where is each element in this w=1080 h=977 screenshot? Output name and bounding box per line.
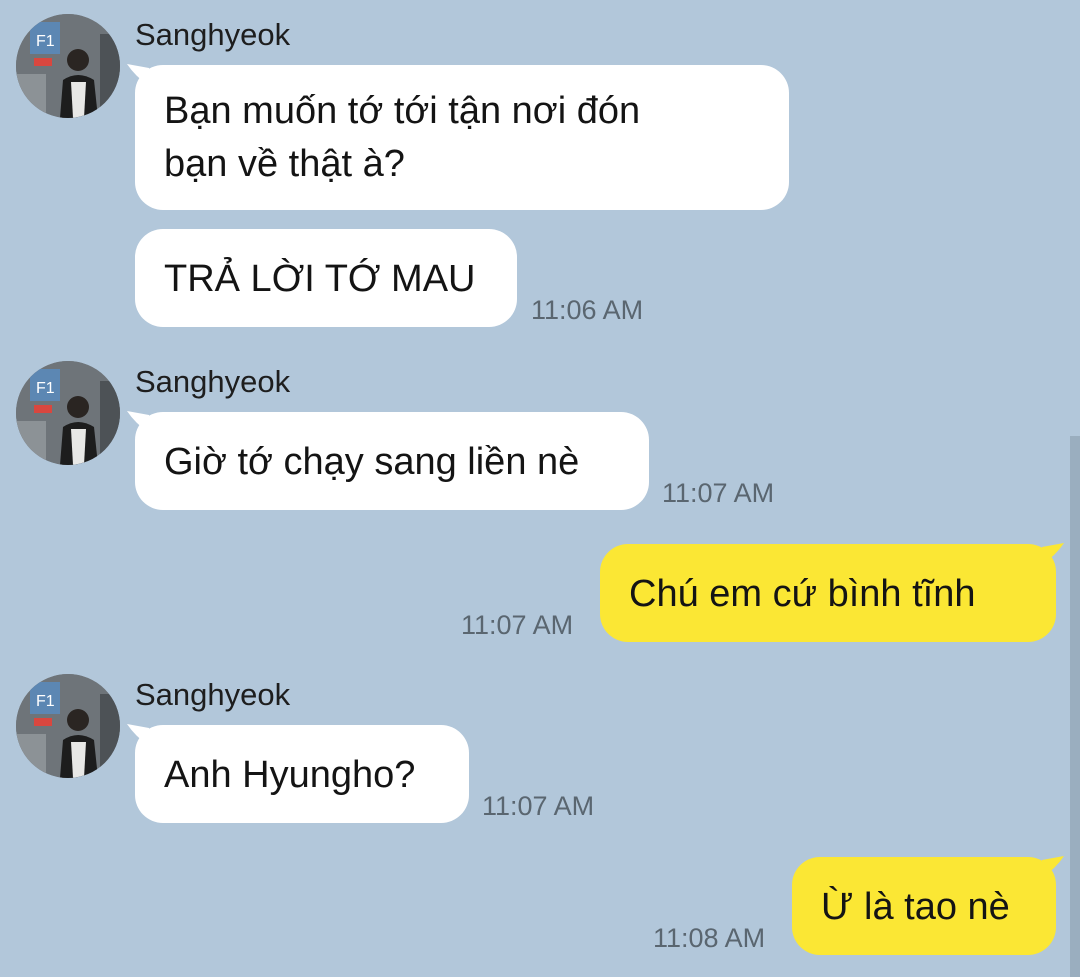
- svg-text:F1: F1: [36, 380, 55, 397]
- message-bubble[interactable]: TRẢ LỜI TỚ MAU: [135, 229, 517, 327]
- avatar[interactable]: F1: [16, 674, 120, 778]
- message-bubble[interactable]: Bạn muốn tớ tới tận nơi đón bạn về thật …: [135, 65, 789, 210]
- sender-name: Sanghyeok: [135, 364, 291, 399]
- svg-text:F1: F1: [36, 33, 55, 50]
- message-bubble[interactable]: Chú em cứ bình tĩnh: [600, 544, 1056, 642]
- message-timestamp: 11:07 AM: [461, 610, 574, 640]
- message-text-line: bạn về thật à?: [164, 143, 405, 185]
- message-timestamp: 11:07 AM: [482, 791, 595, 821]
- message-text: Chú em cứ bình tĩnh: [629, 573, 976, 615]
- chat-window[interactable]: F1 Sanghyeok Bạn muốn tớ tới tận nơi đón…: [0, 0, 1080, 977]
- message-timestamp: 11:07 AM: [662, 478, 775, 508]
- message-text: Ừ là tao nè: [821, 886, 1010, 928]
- profile-photo-icon: F1: [16, 14, 120, 118]
- bubble-tail: [1042, 543, 1064, 565]
- avatar[interactable]: F1: [16, 361, 120, 465]
- message-text: Giờ tớ chạy sang liền nè: [164, 441, 580, 483]
- svg-text:F1: F1: [36, 693, 55, 710]
- profile-photo-icon: F1: [16, 361, 120, 465]
- message-timestamp: 11:06 AM: [531, 295, 644, 325]
- message-text-line: Bạn muốn tớ tới tận nơi đón: [164, 90, 641, 132]
- message-bubble[interactable]: Ừ là tao nè: [792, 857, 1056, 955]
- message-bubble[interactable]: Anh Hyungho?: [135, 725, 469, 823]
- sender-name: Sanghyeok: [135, 677, 291, 712]
- bubble-tail: [1042, 856, 1064, 878]
- avatar[interactable]: F1: [16, 14, 120, 118]
- message-text: Anh Hyungho?: [164, 754, 416, 796]
- sender-name: Sanghyeok: [135, 17, 291, 52]
- scrollbar[interactable]: [1070, 436, 1080, 977]
- message-bubble[interactable]: Giờ tớ chạy sang liền nè: [135, 412, 649, 510]
- message-timestamp: 11:08 AM: [653, 923, 766, 953]
- profile-photo-icon: F1: [16, 674, 120, 778]
- message-text: TRẢ LỜI TỚ MAU: [164, 258, 476, 300]
